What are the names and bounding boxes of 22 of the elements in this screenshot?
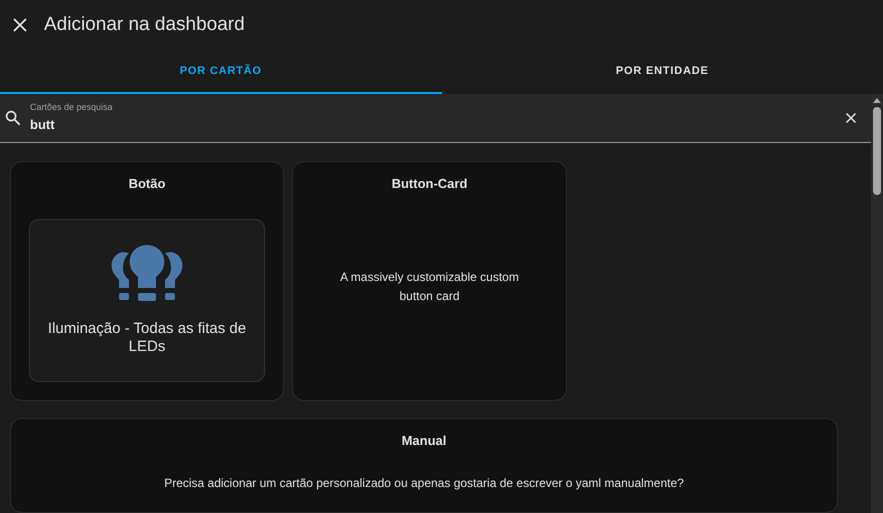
clear-button[interactable] <box>845 112 857 124</box>
scroll-up-icon[interactable] <box>873 98 881 103</box>
card-title: Button-Card <box>392 174 468 192</box>
search-label: Cartões de pesquisa <box>30 101 114 114</box>
card-title: Manual <box>400 432 448 450</box>
close-icon <box>845 112 857 124</box>
search-bar[interactable]: Cartões de pesquisa butt <box>0 94 871 142</box>
card-description: A massively customizable custom button card <box>339 269 520 306</box>
tab[interactable]: POR ENTIDADE <box>442 50 883 94</box>
card-title: Botão <box>128 174 166 192</box>
search-icon <box>4 108 22 127</box>
close-button[interactable] <box>12 17 28 33</box>
dialog-title: Adicionar na dashboard <box>44 12 245 37</box>
card[interactable]: Button-Card A massively customizable custom button card <box>292 160 567 400</box>
close-icon <box>12 17 28 33</box>
card[interactable]: Botão Iluminação - Todas as fitas de LEDs <box>10 160 284 400</box>
card-description: Precisa adicionar um cartão personalizado ou apenas gostaria de escrever o yaml manualmente? <box>163 475 685 492</box>
manual-card[interactable]: Manual Precisa adicionar um cartão personalizado ou apenas gostaria de escrever o yaml manualmente? <box>10 418 838 513</box>
search-field[interactable]: butt <box>30 114 837 134</box>
preview-label: Iluminação - Todas as fitas de LEDs <box>46 320 248 357</box>
scrollbar[interactable] <box>871 94 883 513</box>
scrollbar-thumb[interactable] <box>873 107 881 195</box>
